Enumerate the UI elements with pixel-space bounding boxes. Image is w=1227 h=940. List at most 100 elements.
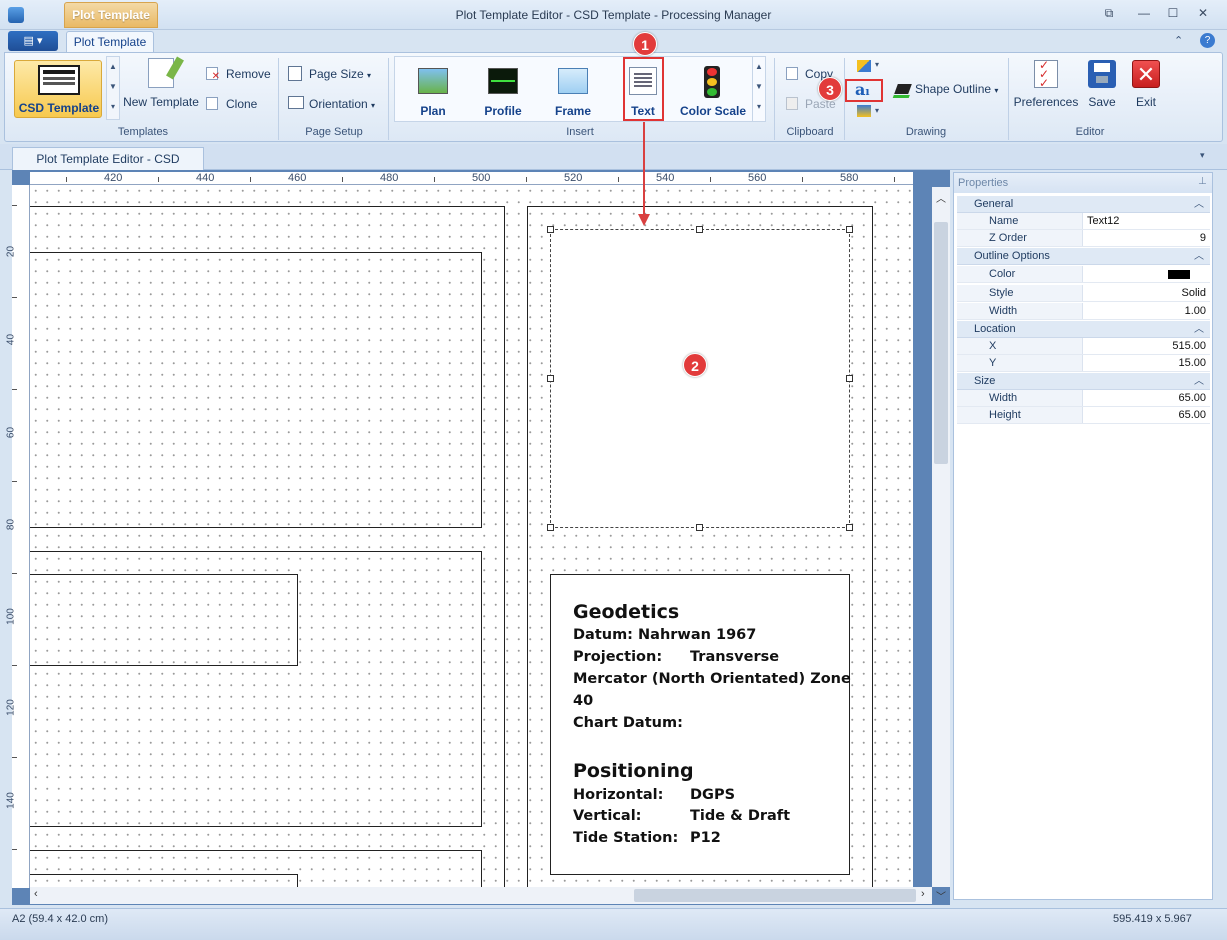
property-value[interactable]: 9 [1083, 230, 1210, 246]
vertical-ruler [12, 185, 30, 888]
save-icon [1088, 60, 1116, 88]
insert-profile-button[interactable]: Profile [472, 104, 534, 118]
new-template-button[interactable]: New Template [122, 95, 200, 109]
category-outline-label: Outline Options [974, 250, 1050, 262]
resize-handle-n[interactable] [696, 226, 703, 233]
resize-handle-nw[interactable] [547, 226, 554, 233]
collapse-ribbon-icon[interactable]: ⌃ [1174, 34, 1183, 47]
vertical-value: Tide & Draft [690, 808, 791, 824]
resize-handle-w[interactable] [547, 375, 554, 382]
save-button[interactable]: Save [1082, 95, 1122, 109]
shape-effects-icon[interactable] [857, 105, 871, 117]
shape-fill-dropdown[interactable]: ▾ [875, 60, 879, 69]
close-button[interactable]: ✕ [1194, 6, 1212, 22]
category-general[interactable]: General ︿ [957, 196, 1210, 213]
insert-plan-button[interactable]: Plan [402, 104, 464, 118]
property-row-x[interactable]: X 515.00 [957, 338, 1210, 355]
scroll-left-icon[interactable]: ‹ [34, 888, 38, 900]
property-value[interactable]: Solid [1083, 285, 1210, 301]
document-tab[interactable]: Plot Template Editor - CSD Template [12, 147, 204, 188]
scroll-right-icon[interactable]: › [921, 888, 925, 900]
group-separator [1008, 58, 1009, 140]
clone-button[interactable]: Clone [226, 97, 257, 111]
restore-layout-icon[interactable]: ⧉ [1100, 6, 1118, 22]
remove-button[interactable]: Remove [226, 67, 271, 81]
selected-text-box[interactable] [550, 229, 850, 528]
font-icon[interactable]: aı [855, 80, 870, 99]
ruler-tick [12, 297, 17, 298]
csd-template-label: CSD Template [18, 101, 100, 115]
property-row-z-order[interactable]: Z Order 9 [957, 230, 1210, 247]
ruler-label: 140 [5, 792, 17, 809]
preferences-icon: ✓ ✓ ✓ [1034, 59, 1058, 89]
property-value[interactable]: 15.00 [1083, 355, 1210, 371]
ruler-tick [12, 205, 17, 206]
property-value[interactable]: 1.00 [1083, 303, 1210, 319]
minimize-button[interactable]: — [1135, 6, 1153, 22]
ruler-tick [342, 177, 343, 182]
maximize-button[interactable]: ☐ [1164, 6, 1182, 22]
property-label: Width [957, 303, 1083, 319]
property-row-size-height[interactable]: Height 65.00 [957, 407, 1210, 424]
property-value[interactable]: 65.00 [1083, 407, 1210, 423]
ruler-tick [802, 177, 803, 182]
pin-icon[interactable]: ⊥ [1198, 176, 1207, 187]
collapse-icon[interactable]: ︿ [1194, 196, 1204, 213]
page-size-button[interactable]: Page Size ▾ [309, 67, 371, 81]
property-value[interactable] [1083, 266, 1210, 282]
collapse-icon[interactable]: ︿ [1194, 248, 1204, 265]
shape-fill-icon[interactable] [857, 60, 871, 72]
category-general-label: General [974, 198, 1014, 210]
editor-group-label: Editor [1075, 126, 1105, 138]
property-value[interactable]: Text12 [1083, 213, 1210, 229]
property-row-name[interactable]: Name Text12 [957, 213, 1210, 230]
shape-effects-dropdown[interactable]: ▾ [875, 106, 879, 115]
plan-area[interactable] [30, 252, 482, 528]
ruler-label: 80 [5, 518, 17, 531]
inner-box[interactable] [30, 574, 298, 666]
resize-handle-s[interactable] [696, 524, 703, 531]
category-location[interactable]: Location ︿ [957, 321, 1210, 338]
resize-handle-ne[interactable] [846, 226, 853, 233]
document-list-dropdown[interactable]: ▾ [1200, 150, 1205, 161]
category-outline-options[interactable]: Outline Options ︿ [957, 248, 1210, 265]
property-row-color[interactable]: Color [957, 266, 1210, 283]
resize-handle-se[interactable] [846, 524, 853, 531]
help-icon[interactable]: ? [1200, 33, 1215, 48]
collapse-icon[interactable]: ︿ [1194, 373, 1204, 390]
template-gallery-scroll[interactable]: ▲ ▼ ▾ [106, 56, 120, 120]
chart-datum-label: Chart Datum: [573, 715, 683, 731]
property-row-y[interactable]: Y 15.00 [957, 355, 1210, 372]
scroll-up-icon[interactable]: ︿ [936, 190, 946, 205]
ruler-label: 460 [288, 172, 307, 184]
insert-color-scale-button[interactable]: Color Scale [674, 104, 752, 118]
collapse-icon[interactable]: ︿ [1194, 321, 1204, 338]
horizontal-scroll-thumb[interactable] [634, 889, 916, 902]
property-value[interactable]: 65.00 [1083, 390, 1210, 406]
preferences-button[interactable]: Preferences [1012, 95, 1080, 109]
resize-handle-e[interactable] [846, 375, 853, 382]
insert-gallery-scroll[interactable]: ▲ ▼ ▾ [752, 57, 765, 121]
ruler-label: 520 [564, 172, 583, 184]
exit-button[interactable]: Exit [1126, 95, 1166, 109]
scroll-down-icon[interactable]: ﹀ [936, 888, 946, 903]
vertical-scroll-thumb[interactable] [934, 222, 948, 464]
category-size[interactable]: Size ︿ [957, 373, 1210, 390]
status-bar [0, 908, 1227, 940]
paper-size-status: A2 (59.4 x 42.0 cm) [12, 913, 108, 925]
shape-outline-button[interactable]: Shape Outline ▾ [915, 82, 998, 96]
ruler-tick [12, 481, 17, 482]
projection-value: Transverse [690, 649, 780, 665]
tab-plot-template[interactable]: Plot Template [66, 31, 154, 53]
resize-handle-sw[interactable] [547, 524, 554, 531]
application-menu-button[interactable]: ▤ ▾ [8, 31, 58, 51]
step-marker-1: 1 [633, 32, 657, 56]
property-row-style[interactable]: Style Solid [957, 285, 1210, 302]
property-row-width[interactable]: Width 1.00 [957, 303, 1210, 320]
ruler-label: 560 [748, 172, 767, 184]
orientation-label: Orientation [309, 97, 368, 111]
insert-frame-button[interactable]: Frame [542, 104, 604, 118]
property-row-size-width[interactable]: Width 65.00 [957, 390, 1210, 407]
property-value[interactable]: 515.00 [1083, 338, 1210, 354]
orientation-button[interactable]: Orientation ▾ [309, 97, 375, 111]
